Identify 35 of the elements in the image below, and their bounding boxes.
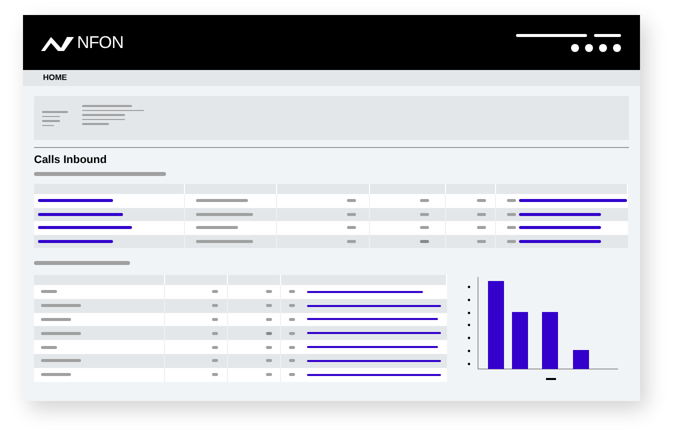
placeholder-line	[42, 116, 60, 117]
section-title: Calls Inbound	[34, 155, 108, 166]
placeholder-line	[196, 226, 238, 230]
logo-icon	[41, 34, 74, 51]
placeholder-line	[41, 359, 81, 362]
chart-bar	[542, 312, 558, 369]
legend-mark	[546, 378, 556, 380]
placeholder-line	[82, 110, 144, 111]
placeholder-line	[41, 373, 71, 376]
placeholder-line	[82, 114, 125, 116]
brand-name: NFON	[77, 32, 124, 54]
placeholder-line	[82, 105, 132, 106]
placeholder-line	[42, 124, 54, 126]
tick-mark	[468, 286, 470, 288]
placeholder-line	[41, 318, 71, 321]
placeholder-line	[516, 34, 587, 36]
placeholder-line	[82, 123, 109, 124]
tick-mark	[468, 336, 470, 340]
placeholder-line	[196, 212, 253, 216]
tick-mark	[468, 298, 470, 302]
nav-tab[interactable]: HOME	[43, 72, 67, 84]
placeholder-line	[196, 199, 248, 202]
tick-mark	[468, 350, 470, 352]
placeholder-line	[42, 111, 68, 112]
placeholder-line	[82, 118, 125, 120]
chart-bar	[512, 312, 528, 369]
placeholder-line	[41, 332, 81, 335]
chart-bar	[573, 350, 589, 369]
tick-mark	[468, 362, 470, 366]
placeholder-line	[42, 120, 60, 122]
placeholder-line	[594, 34, 621, 36]
tick-mark	[468, 312, 470, 314]
placeholder-line	[196, 240, 253, 243]
placeholder-line	[41, 304, 81, 308]
tick-mark	[468, 324, 470, 326]
